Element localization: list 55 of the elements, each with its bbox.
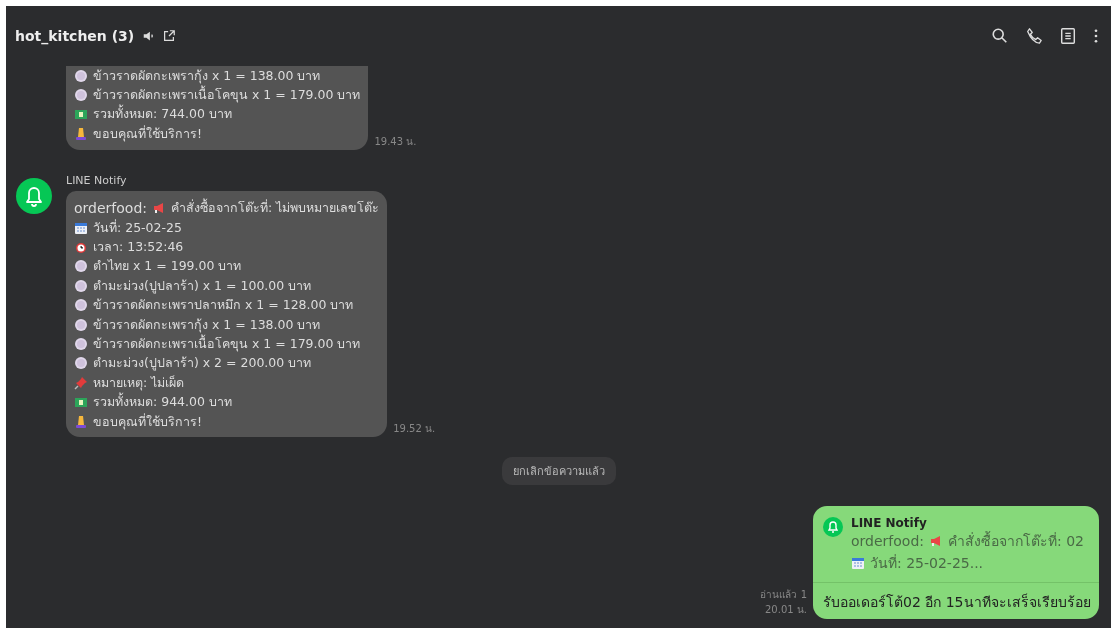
- message-text: รวมทั้งหมด: 744.00 บาท: [93, 104, 232, 124]
- pray-icon: [74, 126, 88, 141]
- message-text: ข้าวราดผัดกะเพรากุ้ง x 1 = 138.00 บาท: [93, 315, 321, 334]
- bell-icon: [823, 517, 843, 538]
- reply-text: คำสั่งซื้อจากโต๊ะที่: 02: [948, 530, 1084, 552]
- message-text: ข้าวราดผัดกะเพรากุ้ง x 1 = 138.00 บาท: [93, 66, 321, 85]
- message-text: วันที่: 25-02-25: [93, 218, 182, 237]
- message-text: รับออเดอร์โต้02 อีก 15นาทีจะเสร็จเรียบร้อย: [822, 592, 1092, 613]
- dish-icon: [74, 68, 88, 83]
- message-text: ตำมะม่วง(ปูปลาร้า) x 2 = 200.00 บาท: [93, 354, 312, 373]
- message-text: ข้าวราดผัดกะเพราเนื้อโคขุน x 1 = 179.00 บาท: [93, 85, 361, 104]
- megaphone-icon: [152, 201, 166, 216]
- megaphone-icon: [929, 534, 943, 549]
- chat-title: hot_kitchen (3): [15, 28, 135, 44]
- dish-icon: [74, 259, 88, 274]
- money-icon: [74, 107, 88, 122]
- reply-preview[interactable]: LINE Notify orderfood: คำสั่งซื้อจากโต๊ะที่: 02 วันที่: 25-02-25...: [813, 506, 1099, 584]
- dish-icon: [74, 356, 88, 371]
- message-text: ตำมะม่วง(ปูปลาร้า) x 1 = 100.00 บาท: [93, 276, 312, 296]
- clock-icon: [74, 240, 88, 255]
- search-icon[interactable]: [991, 27, 1009, 45]
- message-text: ข้าวราดผัดกะเพราเนื้อโคขุน x 1 = 179.00 บาท: [93, 334, 361, 354]
- reply-text: orderfood:: [851, 533, 924, 550]
- more-icon[interactable]: [1093, 27, 1099, 45]
- dish-icon: [74, 298, 88, 313]
- system-notice: ยกเลิกข้อความแล้ว: [501, 457, 616, 486]
- read-receipt: อ่านแล้ว 1: [760, 588, 807, 603]
- message-text: คำสั่งซื้อจากโต๊ะที่: ไม่พบหมายเลขโต๊ะ: [171, 198, 380, 218]
- phone-icon[interactable]: [1025, 27, 1043, 45]
- calendar-icon: [851, 556, 865, 571]
- calendar-icon: [74, 220, 88, 235]
- dish-icon: [74, 278, 88, 293]
- pray-icon: [74, 414, 88, 429]
- notes-icon[interactable]: [1059, 27, 1077, 45]
- dish-icon: [74, 88, 88, 103]
- message-text: รวมทั้งหมด: 944.00 บาท: [93, 392, 232, 412]
- message-text: ขอบคุณที่ใช้บริการ!: [93, 412, 202, 432]
- timestamp: 20.01 น.: [765, 603, 807, 618]
- avatar-bell-icon[interactable]: [16, 177, 52, 214]
- reply-text: วันที่: 25-02-25...: [870, 553, 984, 574]
- message-text: ข้าวราดผัดกะเพราปลาหมึก x 1 = 128.00 บาท: [93, 296, 354, 315]
- timestamp: 19.43 น.: [374, 134, 417, 149]
- popout-icon[interactable]: [162, 29, 177, 43]
- dish-icon: [74, 337, 88, 351]
- pin-icon: [74, 375, 88, 390]
- message-text: ตำไทย x 1 = 199.00 บาท: [93, 257, 242, 276]
- message-text: orderfood:: [74, 200, 147, 217]
- message-text: เวลา: 13:52:46: [93, 238, 184, 257]
- dish-icon: [74, 317, 88, 332]
- timestamp: 19.52 น.: [393, 422, 436, 437]
- message-text: หมายเหตุ: ไม่เผ็ด: [93, 373, 185, 392]
- sender-name: LINE Notify: [851, 516, 928, 531]
- sender-name: LINE Notify: [66, 173, 128, 187]
- money-icon: [74, 395, 88, 410]
- message-text: ขอบคุณที่ใช้บริการ!: [93, 124, 202, 144]
